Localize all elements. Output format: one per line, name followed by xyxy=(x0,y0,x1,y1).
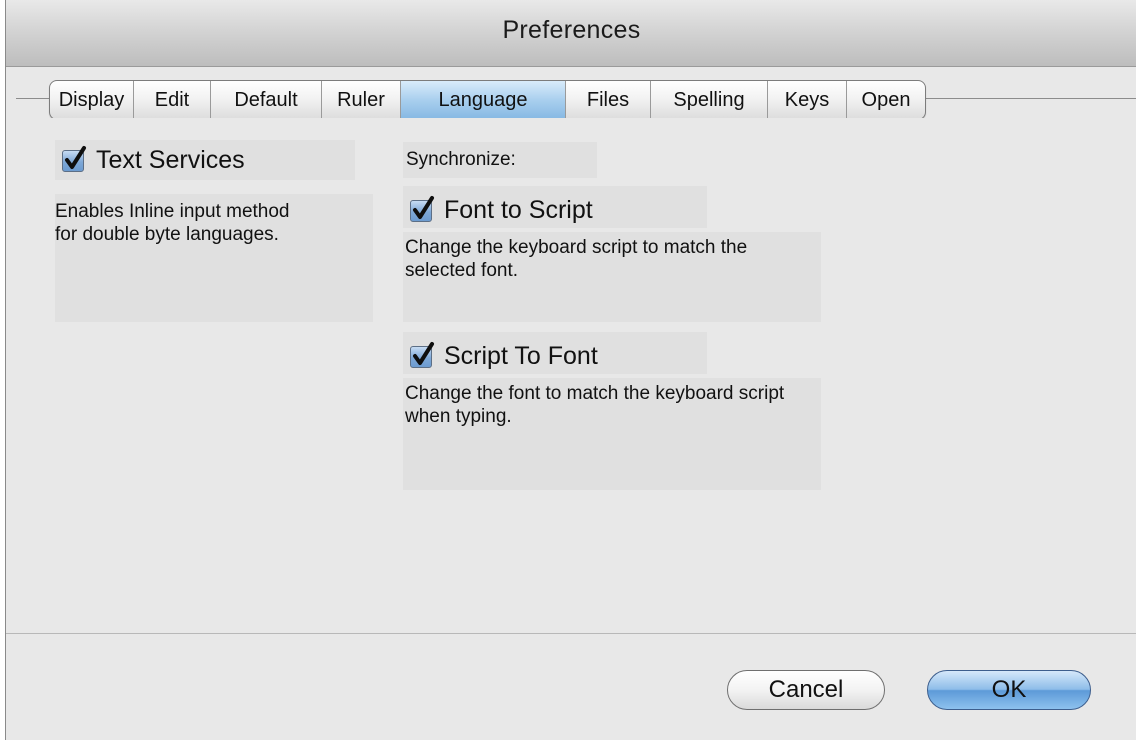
font-to-script-description: Change the keyboard script to match the … xyxy=(405,237,748,281)
script-to-font-label: Script To Font xyxy=(444,342,598,370)
font-to-script-label: Font to Script xyxy=(444,196,593,224)
tab-default[interactable]: Default xyxy=(211,81,322,119)
checkmark-icon xyxy=(413,195,434,219)
language-panel: Text Services Enables Inline input metho… xyxy=(6,118,1136,633)
script-to-font-description: Change the font to match the keyboard sc… xyxy=(405,383,785,427)
tab-display[interactable]: Display xyxy=(50,81,134,119)
tab-keys[interactable]: Keys xyxy=(768,81,847,119)
text-services-description: Enables Inline input method for double b… xyxy=(55,201,290,245)
preferences-window: Preferences Display Edit Default Ruler L… xyxy=(5,0,1136,740)
font-to-script-checkbox-row[interactable]: Font to Script xyxy=(410,195,593,225)
tab-open[interactable]: Open xyxy=(847,81,925,119)
tab-ruler[interactable]: Ruler xyxy=(322,81,401,119)
text-services-label: Text Services xyxy=(96,146,245,174)
font-to-script-checkbox[interactable] xyxy=(410,195,434,222)
checkmark-icon xyxy=(413,341,434,365)
cancel-button[interactable]: Cancel xyxy=(727,670,885,710)
tab-edit[interactable]: Edit xyxy=(134,81,211,119)
synchronize-label: Synchronize: xyxy=(406,149,516,170)
tab-spelling[interactable]: Spelling xyxy=(651,81,768,119)
script-to-font-checkbox[interactable] xyxy=(410,341,434,368)
text-services-checkbox-row[interactable]: Text Services xyxy=(62,145,245,175)
tab-bar: Display Edit Default Ruler Language File… xyxy=(49,80,926,120)
script-to-font-checkbox-row[interactable]: Script To Font xyxy=(410,341,598,371)
window-title: Preferences xyxy=(502,16,641,44)
background-edge xyxy=(0,0,3,740)
checkmark-icon xyxy=(65,145,86,169)
tab-language[interactable]: Language xyxy=(401,81,566,119)
ok-button[interactable]: OK xyxy=(927,670,1091,710)
text-services-checkbox[interactable] xyxy=(62,145,86,172)
tab-files[interactable]: Files xyxy=(566,81,651,119)
title-bar[interactable]: Preferences xyxy=(6,0,1136,67)
